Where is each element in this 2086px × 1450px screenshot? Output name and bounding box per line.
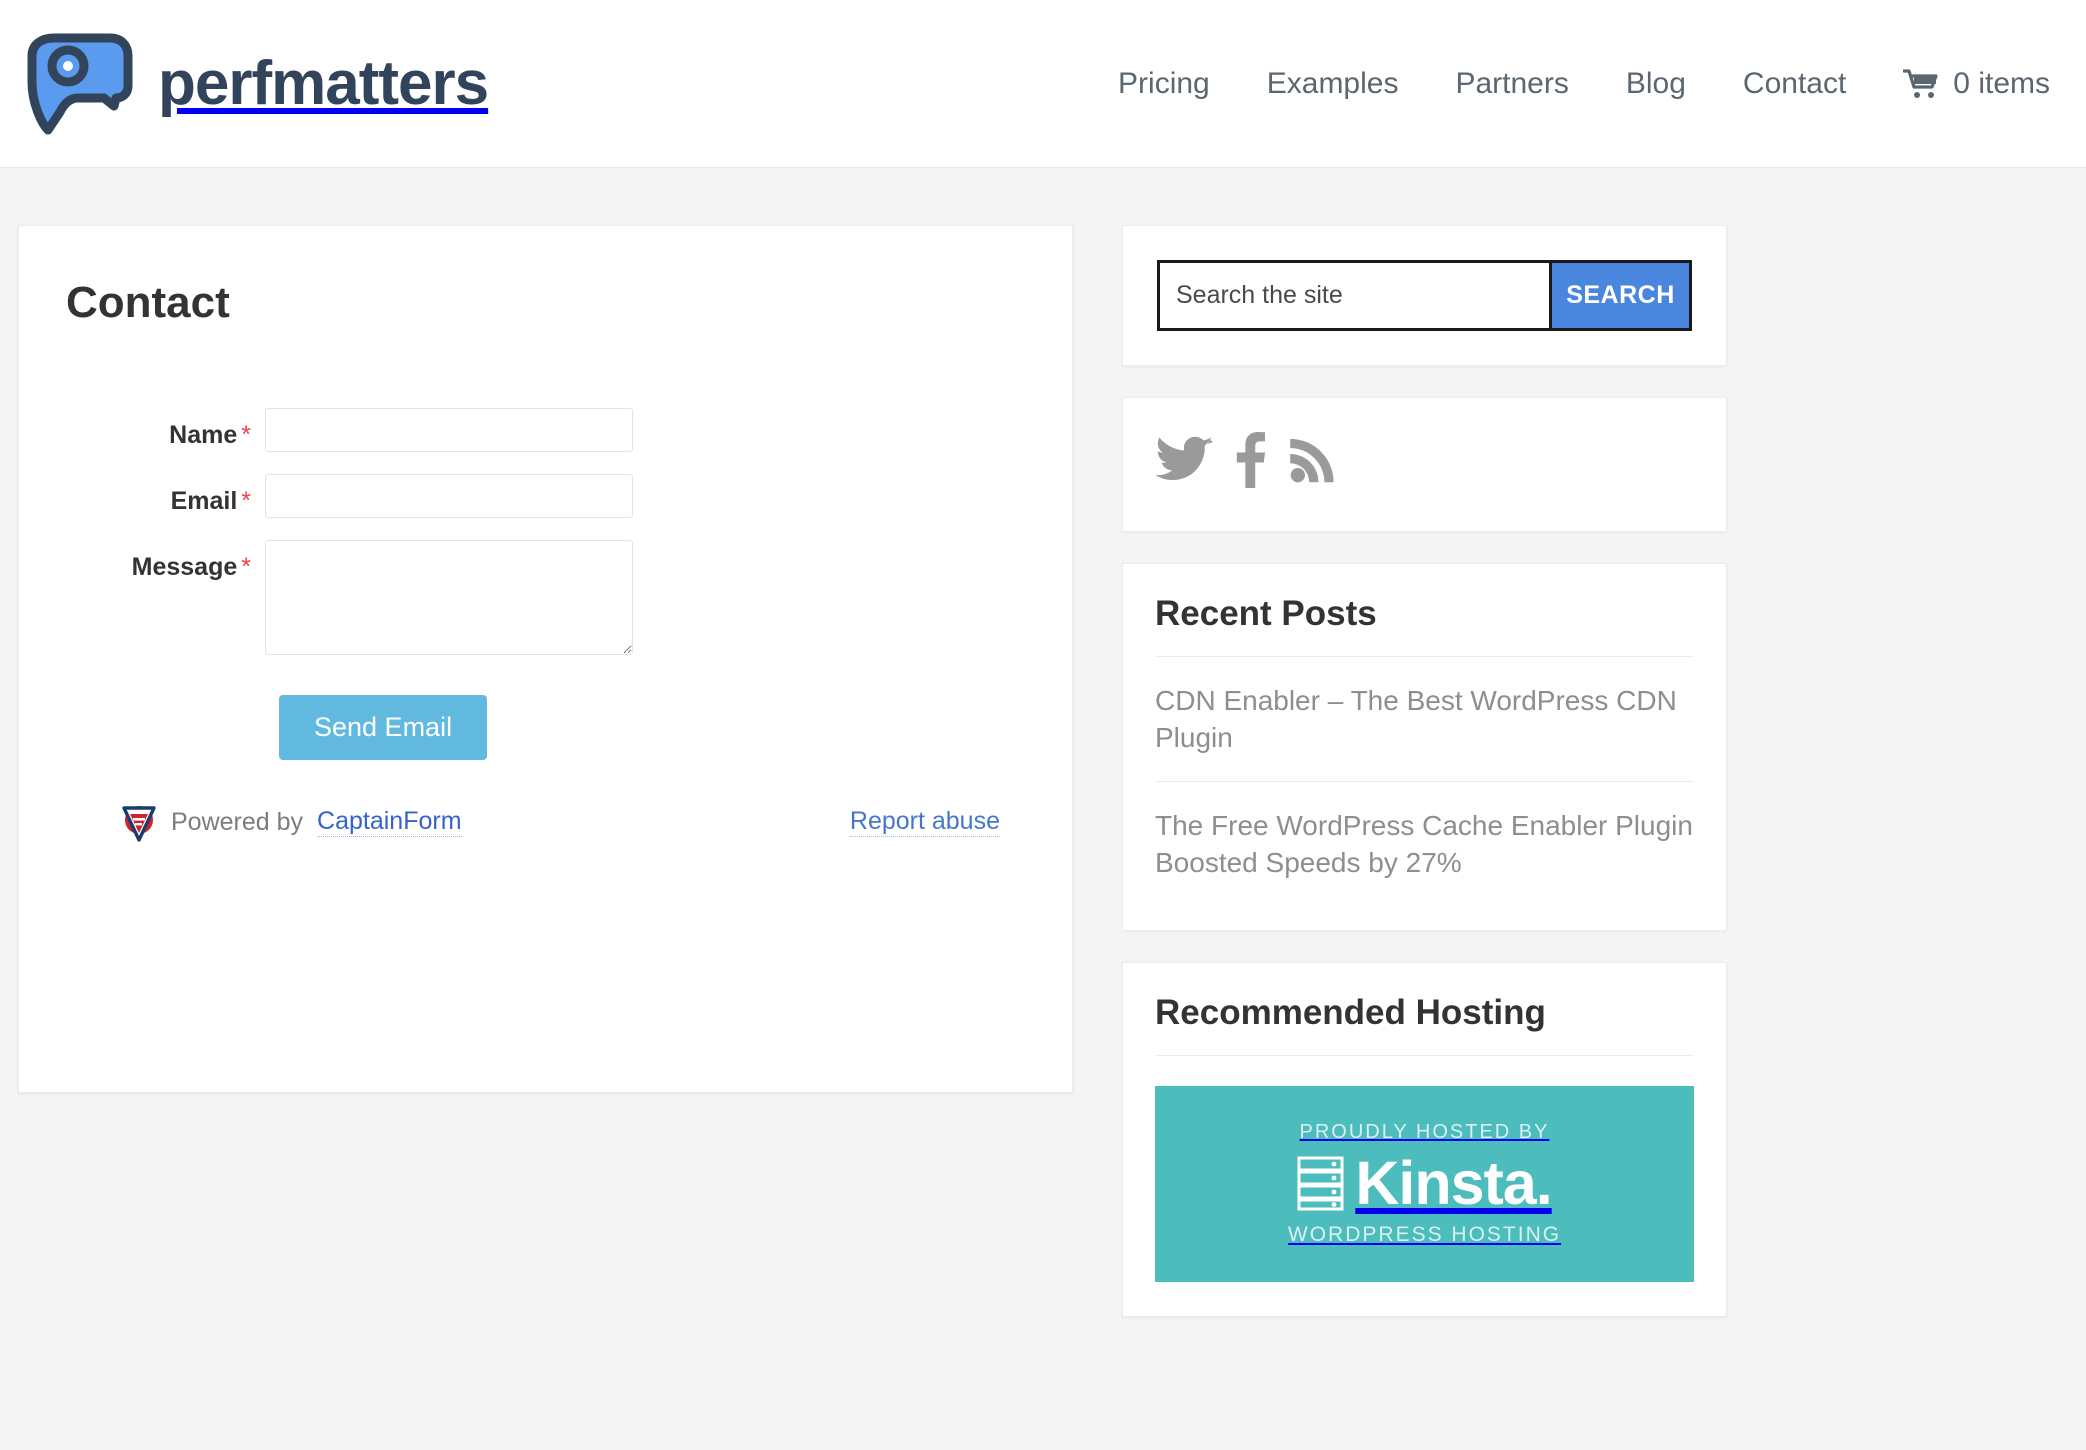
nav-link-partners[interactable]: Partners (1455, 67, 1568, 101)
social-link-twitter[interactable] (1155, 436, 1213, 489)
recent-post-link-2[interactable]: The Free WordPress Cache Enabler Plugin … (1155, 808, 1694, 882)
brand-logo-link[interactable]: perfmatters (18, 32, 489, 136)
social-link-facebook[interactable] (1235, 432, 1266, 493)
social-link-rss[interactable] (1287, 434, 1339, 491)
contact-form: Name * Email * Message * Send Email (49, 408, 1042, 760)
cart-link[interactable]: 0 items (1902, 66, 2050, 101)
nav-link-blog[interactable]: Blog (1626, 67, 1686, 101)
recommended-hosting-title: Recommended Hosting (1155, 992, 1546, 1032)
captainform-shield-logo-icon (121, 802, 157, 842)
list-item: CDN Enabler – The Best WordPress CDN Plu… (1155, 656, 1694, 781)
twitter-icon (1155, 436, 1213, 481)
name-label-text: Name (169, 421, 238, 449)
form-row-name: Name * (49, 408, 1042, 452)
recent-posts-title: Recent Posts (1155, 594, 1377, 633)
message-required-asterisk: * (241, 553, 251, 581)
cart-item-count: 0 items (1953, 66, 2050, 100)
nav-link-examples[interactable]: Examples (1267, 67, 1399, 101)
send-email-button[interactable]: Send Email (279, 695, 488, 760)
email-label-text: Email (170, 487, 238, 515)
submit-row: Send Email (279, 695, 1042, 760)
kinsta-banner-top-text: PROUDLY HOSTED BY (1299, 1120, 1550, 1143)
kinsta-server-rack-icon (1297, 1156, 1344, 1211)
nav-link-contact[interactable]: Contact (1743, 67, 1846, 101)
form-footer: Powered by CaptainForm Report abuse (49, 802, 1042, 842)
widget-social (1122, 397, 1727, 532)
name-field-wrap (265, 408, 633, 452)
name-field-label: Name * (49, 408, 265, 450)
report-abuse-link[interactable]: Report abuse (849, 807, 1000, 837)
email-input[interactable] (265, 474, 633, 518)
page-layout: Contact Name * Email * Message * Send Em… (0, 168, 2086, 1348)
hosting-divider (1155, 1054, 1694, 1056)
brand-name: perfmatters (158, 48, 489, 118)
list-item: The Free WordPress Cache Enabler Plugin … (1155, 780, 1694, 906)
form-row-message: Message * (49, 540, 1042, 655)
kinsta-wordmark: Kinsta. (1355, 1148, 1552, 1217)
search-button[interactable]: SEARCH (1549, 263, 1689, 328)
message-textarea[interactable] (265, 540, 633, 655)
kinsta-logo-lockup: Kinsta. (1297, 1148, 1553, 1217)
main-navigation: Pricing Examples Partners Blog Contact 0… (1118, 67, 2050, 101)
name-required-asterisk: * (241, 421, 251, 449)
kinsta-banner-link[interactable]: PROUDLY HOSTED BY Kinsta. WORDPRESS HOST… (1155, 1085, 1694, 1282)
message-field-label: Message * (49, 540, 265, 582)
powered-by-text: Powered by (171, 807, 304, 836)
social-icon-row (1155, 432, 1694, 493)
widget-recent-posts: Recent Posts CDN Enabler – The Best Word… (1122, 563, 1727, 931)
email-required-asterisk: * (241, 487, 251, 515)
rss-icon (1290, 438, 1334, 483)
sidebar: SEARCH (1122, 225, 1727, 1348)
message-field-wrap (265, 540, 633, 655)
search-form: SEARCH (1157, 260, 1692, 331)
email-field-wrap (265, 474, 633, 518)
message-label-text: Message (131, 553, 238, 581)
nav-link-pricing[interactable]: Pricing (1118, 67, 1210, 101)
shopping-cart-icon (1902, 68, 1939, 99)
kinsta-banner-bottom-text: WORDPRESS HOSTING (1287, 1222, 1562, 1246)
widget-search: SEARCH (1122, 225, 1727, 366)
search-input[interactable] (1160, 263, 1549, 328)
recent-post-link-1[interactable]: CDN Enabler – The Best WordPress CDN Plu… (1155, 683, 1694, 757)
perfmatters-speech-pin-logo-icon (18, 32, 140, 136)
site-header: perfmatters Pricing Examples Partners Bl… (0, 0, 2086, 168)
contact-card: Contact Name * Email * Message * Send Em… (18, 225, 1073, 1093)
widget-recommended-hosting: Recommended Hosting PROUDLY HOSTED BY Ki… (1122, 961, 1727, 1317)
name-input[interactable] (265, 408, 633, 452)
form-row-email: Email * (49, 474, 1042, 518)
powered-by-block: Powered by CaptainForm (121, 802, 462, 842)
captainform-link[interactable]: CaptainForm (317, 807, 462, 837)
recent-posts-list: CDN Enabler – The Best WordPress CDN Plu… (1155, 656, 1694, 906)
email-field-label: Email * (49, 474, 265, 516)
page-title: Contact (66, 278, 230, 327)
main-content-column: Contact Name * Email * Message * Send Em… (18, 225, 1073, 1093)
facebook-icon (1236, 432, 1266, 488)
